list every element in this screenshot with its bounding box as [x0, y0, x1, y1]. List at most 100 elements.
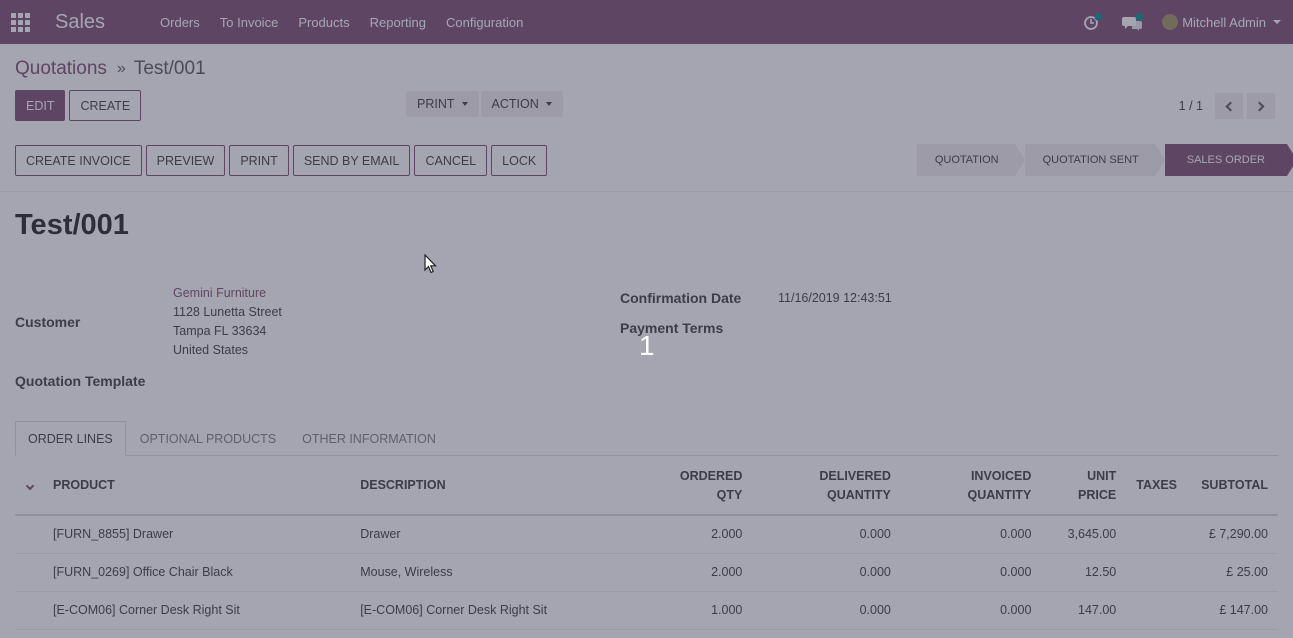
edit-button[interactable]: EDIT — [15, 90, 66, 121]
print-button[interactable]: PRINT — [229, 145, 289, 176]
apps-grid-icon — [10, 12, 30, 32]
create-button[interactable]: CREATE — [69, 90, 142, 121]
column-delivered-line1: DELIVERED — [819, 468, 891, 483]
stage-sales-order[interactable]: SALES ORDER — [1164, 144, 1293, 176]
breadcrumb: Quotations » Test/001 — [15, 58, 206, 80]
cell-delivered: 0.000 — [752, 591, 901, 630]
pager-next-button[interactable] — [1247, 93, 1275, 119]
customer-street: 1128 Lunetta Street — [173, 305, 282, 319]
cell-description: Drawer — [350, 515, 625, 554]
action-dropdown[interactable]: ACTION — [480, 91, 563, 117]
column-ordered-qty-line1: ORDERED — [679, 468, 743, 483]
customer-label: Customer — [15, 314, 81, 330]
menu-configuration[interactable]: Configuration — [446, 15, 523, 30]
tab-other-information[interactable]: OTHER INFORMATION — [290, 421, 448, 456]
menu-to-invoice[interactable]: To Invoice — [220, 15, 279, 30]
top-navbar: Sales Orders To Invoice Products Reporti… — [0, 0, 1293, 44]
cell-description: [E-COM06] Corner Desk Right Sit — [350, 591, 625, 630]
column-invoiced-line2: QUANTITY — [967, 487, 1032, 502]
column-delivered-qty[interactable]: DELIVERED QUANTITY — [752, 457, 901, 516]
status-bar: QUOTATION QUOTATION SENT SALES ORDER — [907, 144, 1293, 176]
app-title[interactable]: Sales — [55, 11, 105, 34]
column-unit-price-line2: PRICE — [1078, 487, 1117, 502]
chevron-right-icon — [1254, 101, 1265, 111]
avatar — [1162, 14, 1179, 30]
pager-value[interactable]: 1 / 1 — [1179, 99, 1203, 113]
activity-clock-icon[interactable] — [1082, 11, 1104, 33]
table-header-row: PRODUCT DESCRIPTION ORDERED QTY DELIVERED… — [15, 457, 1278, 516]
tab-optional-products[interactable]: OPTIONAL PRODUCTS — [128, 421, 288, 456]
cell-product: [E-COM06] Corner Desk Right Sit — [43, 591, 351, 630]
caret-down-icon — [1273, 20, 1281, 24]
cell-unit-price: 12.50 — [1041, 553, 1127, 592]
pager-previous-button[interactable] — [1215, 93, 1243, 119]
create-invoice-button[interactable]: CREATE INVOICE — [15, 145, 142, 176]
form-header: CREATE INVOICE PREVIEW PRINT SEND BY EMA… — [0, 128, 1293, 192]
column-ordered-qty-line2: QTY — [716, 487, 743, 502]
table-row[interactable]: [FURN_8855] Drawer Drawer 2.000 0.000 0.… — [15, 515, 1278, 554]
table-row[interactable]: [E-COM06] Corner Desk Right Sit [E-COM06… — [15, 591, 1278, 630]
stage-quotation-sent[interactable]: QUOTATION SENT — [1024, 144, 1165, 176]
pager: 1 / 1 — [1179, 93, 1275, 119]
cell-taxes — [1126, 515, 1187, 554]
quotation-template-label: Quotation Template — [15, 373, 146, 389]
column-ordered-qty[interactable]: ORDERED QTY — [624, 457, 753, 516]
confirmation-date-label: Confirmation Date — [620, 290, 742, 306]
breadcrumb-quotations[interactable]: Quotations — [15, 58, 107, 80]
breadcrumb-separator: » — [116, 60, 126, 77]
cell-ordered: 2.000 — [624, 553, 753, 592]
column-invoiced-line1: INVOICED — [970, 468, 1032, 483]
chevron-left-icon — [1225, 101, 1236, 111]
print-dropdown[interactable]: PRINT — [406, 91, 479, 117]
caret-down-icon — [461, 102, 468, 106]
customer-link[interactable]: Gemini Furniture — [173, 284, 266, 303]
apps-menu-button[interactable] — [2, 0, 38, 44]
cell-subtotal: £ 147.00 — [1187, 591, 1278, 630]
main-buttons: EDIT CREATE — [15, 90, 142, 121]
cell-product: [FURN_0269] Office Chair Black — [43, 553, 351, 592]
step-number-label: 1 — [639, 330, 655, 361]
cell-ordered: 1.000 — [624, 591, 753, 630]
collapse-toggle[interactable] — [15, 457, 43, 516]
column-product[interactable]: PRODUCT — [43, 457, 351, 516]
form-sheet: Test/001 Customer Gemini Furniture 1128 … — [0, 193, 1293, 638]
preview-button[interactable]: PREVIEW — [145, 145, 226, 176]
cell-unit-price: 3,645.00 — [1041, 515, 1127, 554]
print-dropdown-label: PRINT — [417, 97, 455, 111]
row-spacer — [15, 515, 43, 554]
cell-taxes — [1126, 591, 1187, 630]
cell-delivered: 0.000 — [752, 553, 901, 592]
column-unit-price[interactable]: UNIT PRICE — [1041, 457, 1127, 516]
table-row[interactable]: [FURN_0269] Office Chair Black Mouse, Wi… — [15, 553, 1278, 592]
cell-delivered: 0.000 — [752, 515, 901, 554]
cell-invoiced: 0.000 — [900, 553, 1042, 592]
cancel-button[interactable]: CANCEL — [414, 145, 488, 176]
tab-order-lines[interactable]: ORDER LINES — [15, 421, 126, 456]
send-by-email-button[interactable]: SEND BY EMAIL — [292, 145, 411, 176]
column-subtotal[interactable]: SUBTOTAL — [1187, 457, 1278, 516]
discuss-chat-icon[interactable] — [1122, 11, 1144, 33]
cell-invoiced: 0.000 — [900, 515, 1042, 554]
menu-products[interactable]: Products — [298, 15, 349, 30]
row-spacer — [15, 591, 43, 630]
column-invoiced-qty[interactable]: INVOICED QUANTITY — [900, 457, 1042, 516]
user-menu[interactable]: Mitchell Admin — [1162, 14, 1281, 30]
user-name: Mitchell Admin — [1182, 14, 1266, 30]
payment-terms-label: Payment Terms — [620, 320, 724, 336]
cell-taxes — [1126, 553, 1187, 592]
order-lines-table: PRODUCT DESCRIPTION ORDERED QTY DELIVERED… — [15, 457, 1278, 630]
row-spacer — [15, 553, 43, 592]
column-taxes[interactable]: TAXES — [1126, 457, 1187, 516]
main-menu: Orders To Invoice Products Reporting Con… — [160, 15, 543, 30]
cell-invoiced: 0.000 — [900, 591, 1042, 630]
menu-orders[interactable]: Orders — [160, 15, 200, 30]
breadcrumb-current: Test/001 — [133, 58, 206, 79]
lock-button[interactable]: LOCK — [491, 145, 548, 176]
header-actions: CREATE INVOICE PREVIEW PRINT SEND BY EMA… — [15, 145, 548, 176]
menu-reporting[interactable]: Reporting — [370, 15, 426, 30]
column-unit-price-line1: UNIT — [1087, 468, 1117, 483]
stage-quotation[interactable]: QUOTATION — [916, 144, 1025, 176]
caret-down-icon — [545, 102, 552, 106]
column-description[interactable]: DESCRIPTION — [350, 457, 625, 516]
cell-subtotal: £ 25.00 — [1187, 553, 1278, 592]
